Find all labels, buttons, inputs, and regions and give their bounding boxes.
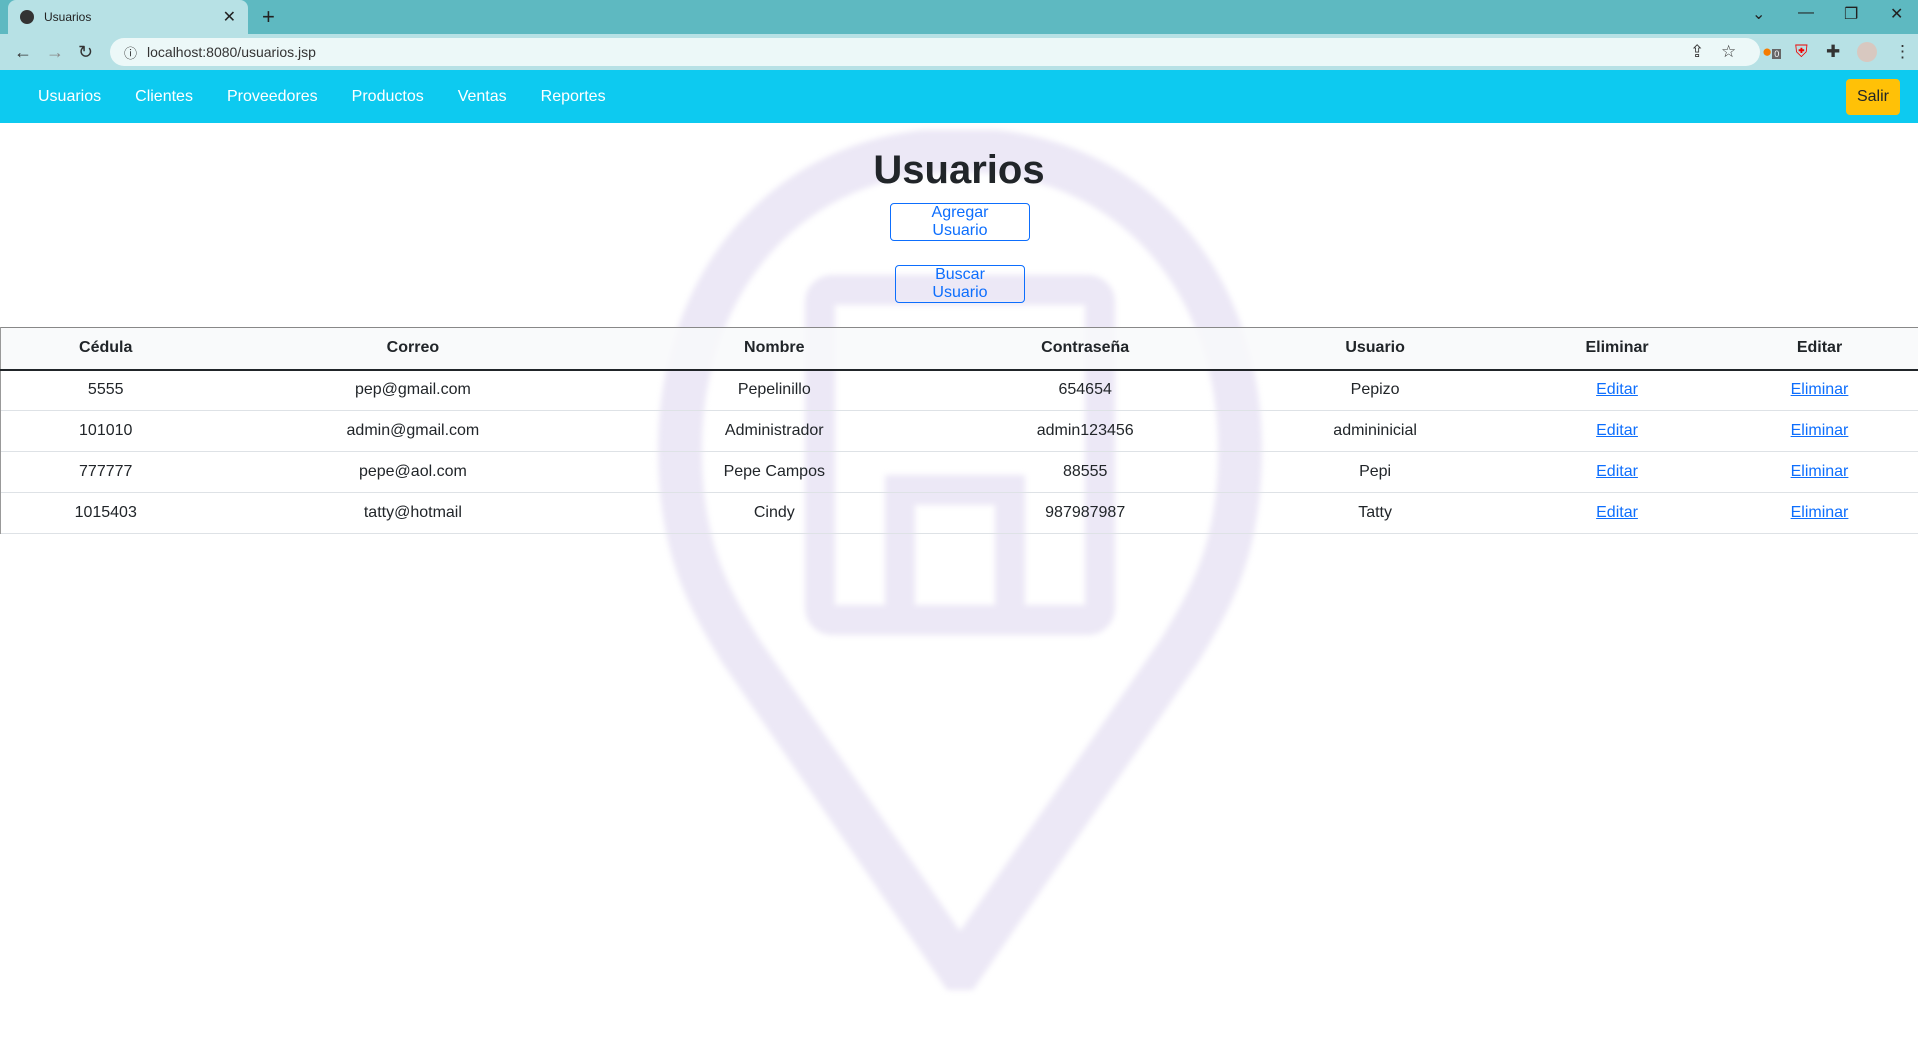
- edit-cell: Editar: [1513, 370, 1721, 411]
- close-tab-icon[interactable]: ✕: [223, 7, 236, 27]
- nav-reportes[interactable]: Reportes: [541, 88, 606, 106]
- cell-usuario: Pepi: [1359, 463, 1392, 480]
- delete-cell: Eliminar: [1721, 493, 1918, 534]
- tab-search-icon[interactable]: ⌄: [1752, 4, 1765, 24]
- table-row: 777777 pepe@aol.com Pepe Campos 88555 Pepi Ed…: [0, 451, 1918, 493]
- close-window-icon[interactable]: ✕: [1890, 4, 1903, 24]
- nav-clientes[interactable]: Clientes: [135, 88, 193, 106]
- search-user-button[interactable]: Buscar Usuario: [895, 265, 1025, 303]
- profile-avatar[interactable]: [1857, 42, 1877, 62]
- restore-icon[interactable]: ❐: [1844, 4, 1858, 24]
- header-editar: Editar: [1796, 339, 1843, 357]
- cell-correo: pepe@aol.com: [358, 463, 467, 480]
- edit-link[interactable]: Editar: [1596, 381, 1638, 398]
- shield-extension-icon[interactable]: ⛨: [1795, 42, 1808, 62]
- table-header-row: Cédula Correo Nombre Contraseña Usuario …: [0, 327, 1918, 370]
- cell-correo: tatty@hotmail: [363, 504, 462, 521]
- delete-link[interactable]: Eliminar: [1791, 381, 1849, 398]
- cell-contrasena: 88555: [1062, 463, 1108, 480]
- delete-link[interactable]: Eliminar: [1791, 504, 1849, 521]
- extension-icon[interactable]: ● 0: [1762, 42, 1782, 62]
- cell-correo: pep@gmail.com: [354, 381, 471, 399]
- nav-usuarios[interactable]: Usuarios: [38, 88, 101, 106]
- edit-link[interactable]: Editar: [1596, 504, 1638, 521]
- menu-dots-icon[interactable]: ⋮: [1894, 42, 1911, 62]
- edit-cell: Editar: [1513, 411, 1721, 452]
- url-text: localhost:8080/usuarios.jsp: [147, 44, 316, 60]
- header-cedula: Cédula: [0, 327, 211, 370]
- cell-contrasena: 987987987: [1045, 504, 1126, 521]
- delete-cell: Eliminar: [1721, 411, 1918, 452]
- main-navbar: Usuarios Clientes Proveedores Productos …: [0, 70, 1918, 123]
- add-user-button[interactable]: Agregar Usuario: [890, 203, 1030, 241]
- header-nombre: Nombre: [744, 339, 805, 357]
- cell-usuario: admininicial: [1333, 422, 1417, 439]
- nav-productos[interactable]: Productos: [352, 88, 424, 106]
- nav-proveedores[interactable]: Proveedores: [227, 88, 318, 106]
- new-tab-icon[interactable]: +: [262, 4, 275, 30]
- header-eliminar: Eliminar: [1585, 339, 1649, 357]
- header-usuario: Usuario: [1345, 339, 1405, 357]
- cell-cedula: 777777: [0, 451, 211, 493]
- header-contrasena: Contraseña: [1041, 339, 1130, 357]
- share-icon[interactable]: ⇪: [1690, 42, 1704, 62]
- nav-ventas[interactable]: Ventas: [458, 88, 507, 106]
- users-table: Cédula Correo Nombre Contraseña Usuario …: [0, 327, 1918, 534]
- cell-nombre: Pepelinillo: [737, 381, 811, 399]
- browser-tab-bar: Usuarios ✕ + ⌄ — ❐ ✕: [0, 0, 1918, 34]
- delete-cell: Eliminar: [1721, 452, 1918, 493]
- delete-cell: Eliminar: [1721, 370, 1918, 411]
- tab-title: Usuarios: [44, 10, 92, 24]
- edit-link[interactable]: Editar: [1596, 463, 1638, 480]
- url-input[interactable]: ⓘ localhost:8080/usuarios.jsp: [110, 38, 1760, 66]
- header-correo: Correo: [386, 339, 440, 357]
- reload-icon[interactable]: ↻: [78, 42, 96, 63]
- globe-icon: [20, 10, 34, 24]
- cell-contrasena: admin123456: [1036, 422, 1134, 439]
- address-bar-row: ← → ↻ ⓘ localhost:8080/usuarios.jsp ⇪ ☆ …: [0, 34, 1918, 70]
- cell-usuario: Tatty: [1358, 504, 1392, 521]
- bookmark-star-icon[interactable]: ☆: [1721, 42, 1736, 62]
- cell-cedula: 5555: [0, 369, 211, 411]
- delete-link[interactable]: Eliminar: [1791, 422, 1849, 439]
- edit-link[interactable]: Editar: [1596, 422, 1638, 439]
- back-icon[interactable]: ←: [14, 42, 32, 63]
- minimize-icon[interactable]: —: [1798, 4, 1814, 22]
- edit-cell: Editar: [1513, 493, 1721, 534]
- cell-cedula: 1015403: [0, 492, 211, 534]
- cell-contrasena: 654654: [1058, 381, 1112, 399]
- puzzle-extensions-icon[interactable]: ✚: [1826, 42, 1840, 62]
- cell-nombre: Administrador: [724, 422, 824, 439]
- edit-cell: Editar: [1513, 452, 1721, 493]
- store-location-watermark-icon: [657, 130, 1263, 990]
- page-title: Usuarios: [873, 148, 1045, 192]
- forward-icon[interactable]: →: [46, 42, 64, 63]
- cell-correo: admin@gmail.com: [346, 422, 480, 439]
- delete-link[interactable]: Eliminar: [1791, 463, 1849, 480]
- table-row: 1015403 tatty@hotmail Cindy 987987987 Tatty E…: [0, 492, 1918, 534]
- browser-tab[interactable]: Usuarios ✕: [8, 0, 248, 34]
- table-row: 101010 admin@gmail.com Administrador admin1…: [0, 410, 1918, 452]
- cell-usuario: Pepizo: [1350, 381, 1400, 399]
- cell-nombre: Pepe Campos: [723, 463, 825, 480]
- cell-cedula: 101010: [0, 410, 211, 452]
- cell-nombre: Cindy: [753, 504, 795, 521]
- table-row: 5555 pep@gmail.com Pepelinillo 654654 Pepizo…: [0, 369, 1918, 411]
- info-icon[interactable]: ⓘ: [124, 43, 137, 62]
- logout-button[interactable]: Salir: [1846, 79, 1900, 115]
